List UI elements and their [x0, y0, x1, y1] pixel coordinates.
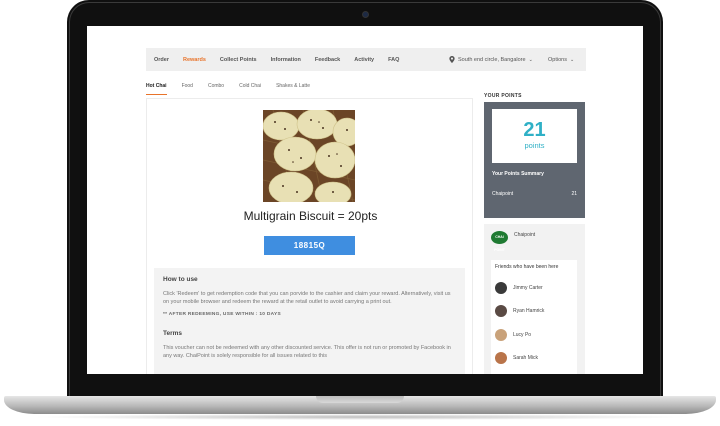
reward-title: Multigrain Biscuit = 20pts [243, 209, 378, 223]
chaipoint-logo: CHAI POINT [491, 231, 508, 252]
terms-heading: Terms [163, 330, 183, 337]
browser-viewport: Order Rewards Collect Points Information… [87, 26, 643, 374]
friend-item[interactable]: Sarah Mick [495, 347, 573, 371]
points-value: 21 [523, 119, 546, 141]
tab-shakes-latte[interactable]: Shakes & Latte [276, 83, 310, 95]
avatar [495, 328, 507, 341]
friend-name: Lucy Po [513, 331, 532, 338]
friend-item[interactable]: Ryan Hamrick [495, 300, 573, 324]
reward-info-panel: How to use Click 'Redeem' to get redempt… [154, 268, 465, 374]
chevron-down-icon: ⌄ [528, 56, 533, 63]
avatar [495, 281, 507, 294]
location-selector[interactable]: South end circle, Bangalore ⌄ [449, 48, 533, 71]
how-to-use-text: Click 'Redeem' to get redemption code th… [163, 291, 451, 305]
chaipoint-card: CHAI POINT Chaipoint Friends who have be… [484, 224, 585, 374]
chevron-down-icon: ⌄ [569, 56, 575, 63]
top-nav: Order Rewards Collect Points Information… [146, 48, 586, 71]
friends-title: Friends who have been here [495, 264, 559, 270]
summary-row-value: 21 [571, 191, 577, 197]
points-card: 21 points Your Points Summary Chaipoint … [484, 102, 585, 218]
tab-hot-chai[interactable]: Hot Chai [146, 83, 167, 95]
points-total-box: 21 points [492, 109, 577, 163]
laptop-shadow [30, 414, 690, 420]
friend-name: Jimmy Carter [513, 284, 543, 291]
your-points-heading: YOUR POINTS [484, 93, 522, 99]
summary-row-name: Chaipoint [492, 191, 514, 197]
redemption-code-button[interactable]: 18815Q [264, 236, 355, 255]
tab-food[interactable]: Food [182, 83, 193, 95]
points-unit: points [524, 141, 545, 150]
nav-item-collect-points[interactable]: Collect Points [220, 57, 257, 63]
nav-item-order[interactable]: Order [154, 57, 169, 63]
options-label: Options [548, 56, 567, 63]
nav-item-rewards[interactable]: Rewards [183, 57, 206, 63]
options-menu[interactable]: Options ⌄ [548, 48, 574, 71]
avatar [495, 352, 507, 365]
chaipoint-name[interactable]: Chaipoint [514, 232, 535, 238]
nav-item-activity[interactable]: Activity [354, 57, 374, 63]
how-to-use-heading: How to use [163, 276, 198, 283]
friend-name: Sarah Mick [513, 355, 539, 362]
camera-icon [362, 11, 369, 18]
terms-text: This voucher can not be redeemed with an… [163, 345, 451, 359]
validity-note: ** AFTER REDEEMING, USE WITHIN : 10 DAYS [163, 312, 281, 317]
friend-item[interactable]: Lucy Po [495, 323, 573, 347]
biscuit-photo [263, 110, 355, 202]
laptop-notch [316, 396, 404, 403]
friend-name: Ryan Hamrick [513, 308, 545, 315]
laptop-frame: Order Rewards Collect Points Information… [0, 0, 720, 426]
nav-item-information[interactable]: Information [271, 57, 301, 63]
reward-card: Multigrain Biscuit = 20pts 18815Q How to… [146, 98, 473, 374]
tab-cold-chai[interactable]: Cold Chai [239, 83, 261, 95]
location-label: South end circle, Bangalore [458, 56, 526, 63]
nav-item-faq[interactable]: FAQ [388, 57, 399, 63]
tab-combo[interactable]: Combo [208, 83, 224, 95]
points-summary-row: Chaipoint 21 [492, 191, 577, 197]
location-pin-icon [449, 56, 455, 63]
friends-list: Friends who have been here Jimmy Carter … [491, 260, 577, 374]
nav-item-feedback[interactable]: Feedback [315, 57, 340, 63]
points-summary-title: Your Points Summary [492, 171, 544, 177]
avatar [495, 305, 507, 318]
category-tabs: Hot Chai Food Combo Cold Chai Shakes & L… [146, 83, 325, 95]
product-image [263, 110, 355, 202]
friend-item[interactable]: Jimmy Carter [495, 276, 573, 300]
